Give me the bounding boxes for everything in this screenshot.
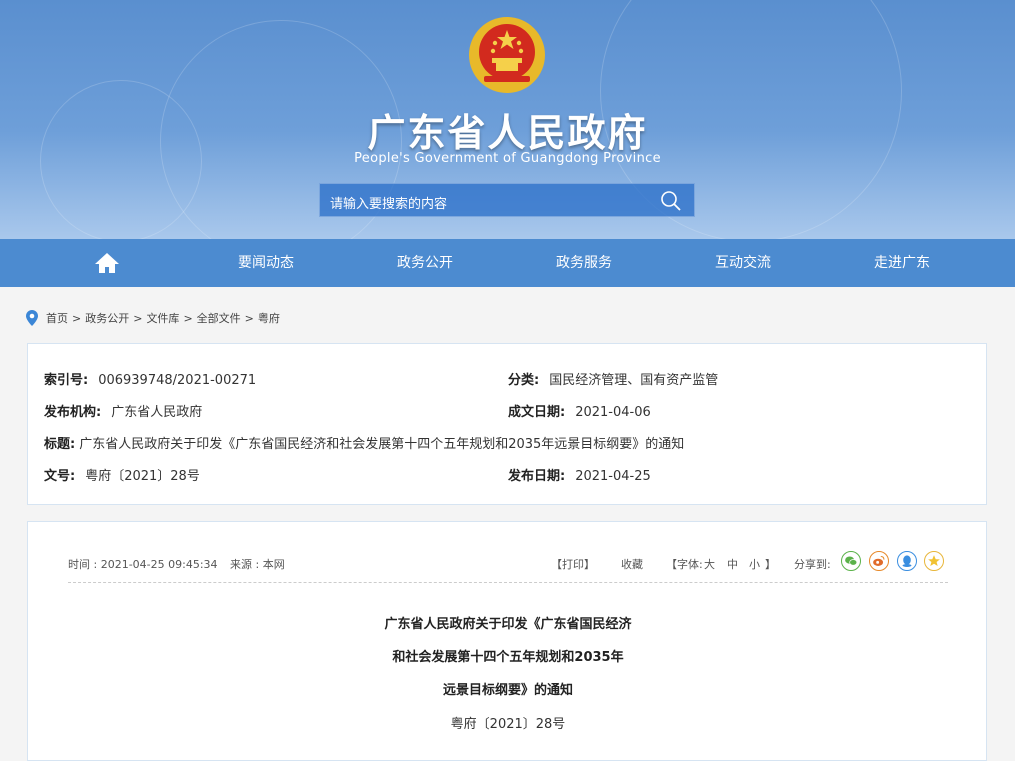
- nav-item-about[interactable]: 走进广东: [842, 239, 962, 287]
- nav-item-services[interactable]: 政务服务: [524, 239, 644, 287]
- publisher-value: 广东省人民政府: [111, 405, 203, 420]
- font-size-close: 】: [765, 558, 776, 571]
- publisher-label: 发布机构:: [44, 405, 102, 420]
- published-date-label: 发布日期:: [508, 469, 566, 484]
- font-large-button[interactable]: 大: [704, 556, 715, 572]
- site-subtitle: People's Government of Guangdong Provinc…: [354, 151, 661, 166]
- nav-item-gov-open[interactable]: 政务公开: [365, 239, 485, 287]
- title-label: 标题:: [44, 437, 76, 452]
- font-small-button[interactable]: 小: [749, 556, 760, 572]
- document-info-panel: 索引号: 006939748/2021-00271 分类: 国民经济管理、国有资产监…: [27, 343, 987, 505]
- breadcrumb-separator: >: [133, 311, 143, 325]
- headline-line-1: 广东省人民政府关于印发《广东省国民经济: [384, 617, 632, 632]
- share-label: 分享到:: [794, 558, 831, 571]
- search-input[interactable]: 请输入要搜索的内容: [330, 193, 447, 212]
- home-icon[interactable]: [94, 251, 120, 275]
- published-date-row: 发布日期: 2021-04-25: [508, 465, 651, 484]
- qq-icon[interactable]: [897, 551, 917, 571]
- doc-number-value: 粤府〔2021〕28号: [85, 469, 200, 484]
- qzone-icon[interactable]: [924, 551, 944, 571]
- breadcrumb-separator: >: [244, 311, 254, 325]
- doc-number-row: 文号: 粤府〔2021〕28号: [44, 465, 200, 484]
- category-label: 分类:: [508, 373, 540, 388]
- doc-number-label: 文号:: [44, 469, 76, 484]
- location-pin-icon: [26, 310, 38, 326]
- search-icon[interactable]: [660, 190, 682, 212]
- header-banner: 广东省人民政府 People's Government of Guangdong…: [0, 0, 1015, 239]
- index-value: 006939748/2021-00271: [98, 373, 257, 388]
- publisher-row: 发布机构: 广东省人民政府: [44, 401, 202, 420]
- headline-line-2: 和社会发展第十四个五年规划和2035年: [392, 650, 624, 665]
- wechat-icon[interactable]: [841, 551, 861, 571]
- weibo-icon[interactable]: [869, 551, 889, 571]
- breadcrumb-current[interactable]: 粤府: [258, 310, 280, 326]
- title-row: 标题: 广东省人民政府关于印发《广东省国民经济和社会发展第十四个五年规划和2035…: [44, 433, 684, 452]
- national-emblem-icon: [469, 17, 545, 93]
- nav-item-news[interactable]: 要闻动态: [206, 239, 326, 287]
- favorite-button[interactable]: 收藏: [621, 556, 643, 572]
- breadcrumb-home[interactable]: 首页: [46, 310, 68, 326]
- breadcrumb-gov-open[interactable]: 政务公开: [85, 310, 129, 326]
- article-source: 来源 : 本网: [230, 558, 285, 571]
- nav-item-interaction[interactable]: 互动交流: [683, 239, 803, 287]
- breadcrumb: 首页 > 政务公开 > 文件库 > 全部文件 > 粤府: [26, 310, 280, 326]
- breadcrumb-separator: >: [183, 311, 193, 325]
- category-row: 分类: 国民经济管理、国有资产监管: [508, 369, 718, 388]
- article-doc-number: 粤府〔2021〕28号: [450, 717, 566, 732]
- created-date-label: 成文日期:: [508, 405, 566, 420]
- site-title[interactable]: 广东省人民政府: [0, 102, 1015, 157]
- publish-time: 时间 : 2021-04-25 09:45:34: [68, 558, 218, 571]
- title-value: 广东省人民政府关于印发《广东省国民经济和社会发展第十四个五年规划和2035年远景…: [79, 437, 685, 452]
- category-value: 国民经济管理、国有资产监管: [549, 373, 719, 388]
- font-size-label: 【字体:: [666, 558, 703, 571]
- created-date-value: 2021-04-06: [575, 405, 651, 420]
- created-date-row: 成文日期: 2021-04-06: [508, 401, 651, 420]
- breadcrumb-all-files[interactable]: 全部文件: [197, 310, 241, 326]
- search-box[interactable]: 请输入要搜索的内容: [319, 183, 695, 217]
- headline-line-3: 远景目标纲要》的通知: [442, 683, 573, 698]
- article-panel: 时间 : 2021-04-25 09:45:34 来源 : 本网 【打印】 收藏…: [27, 521, 987, 761]
- index-label: 索引号:: [44, 373, 89, 388]
- font-medium-button[interactable]: 中: [727, 556, 738, 572]
- main-nav: 要闻动态 政务公开 政务服务 互动交流 走进广东: [0, 239, 1015, 287]
- meta-divider: [68, 582, 948, 583]
- breadcrumb-separator: >: [72, 311, 82, 325]
- published-date-value: 2021-04-25: [575, 469, 651, 484]
- breadcrumb-library[interactable]: 文件库: [146, 310, 179, 326]
- index-row: 索引号: 006939748/2021-00271: [44, 369, 256, 388]
- print-button[interactable]: 【打印】: [551, 556, 595, 572]
